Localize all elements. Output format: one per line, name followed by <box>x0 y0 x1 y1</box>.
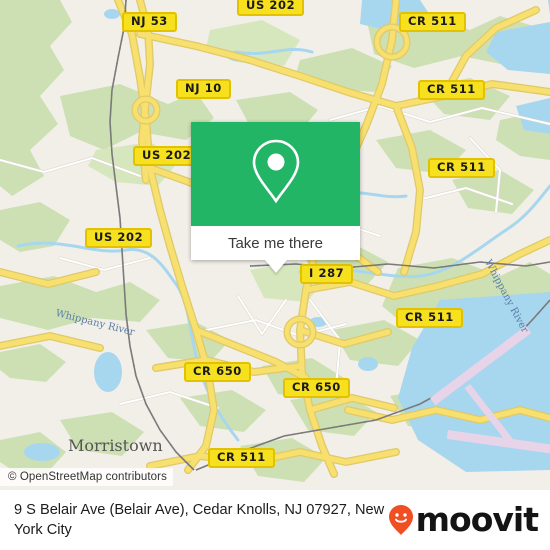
shield-nj-10[interactable]: NJ 10 <box>176 79 231 99</box>
shield-nj-53[interactable]: NJ 53 <box>122 12 177 32</box>
shield-us-202-low[interactable]: US 202 <box>85 228 153 248</box>
map-pin-icon <box>248 137 304 212</box>
moovit-wordmark: moovit <box>415 500 539 539</box>
moovit-logo[interactable]: moovit <box>388 500 539 539</box>
shield-cr-511-low[interactable]: CR 511 <box>396 308 463 328</box>
popup-card-image <box>191 122 360 226</box>
map-attribution[interactable]: © OpenStreetMap contributors <box>0 468 173 486</box>
address-text: 9 S Belair Ave (Belair Ave), Cedar Knoll… <box>14 502 385 538</box>
take-me-there-button[interactable]: Take me there <box>191 226 360 260</box>
map-label-city: Morristown <box>68 436 163 455</box>
location-popup-card[interactable]: Take me there <box>191 122 360 273</box>
footer-bar: 9 S Belair Ave (Belair Ave), Cedar Knoll… <box>0 490 550 550</box>
shield-cr-511-bot[interactable]: CR 511 <box>208 448 275 468</box>
screenshot-root: .g{fill:#cde0b3} .g2{fill:#d7e7bd} .w{fi… <box>0 0 550 550</box>
shield-cr-511-mid[interactable]: CR 511 <box>428 158 495 178</box>
shield-i-287[interactable]: I 287 <box>300 264 354 284</box>
popup-card-pointer <box>264 260 287 273</box>
shield-cr-650-east[interactable]: CR 650 <box>283 378 350 398</box>
shield-us-202-top[interactable]: US 202 <box>237 0 305 16</box>
shield-cr-511-upper[interactable]: CR 511 <box>418 80 485 100</box>
map-canvas[interactable]: .g{fill:#cde0b3} .g2{fill:#d7e7bd} .w{fi… <box>0 0 550 490</box>
take-me-there-label: Take me there <box>227 234 324 252</box>
shield-cr-511-top[interactable]: CR 511 <box>399 12 466 32</box>
moovit-pin-icon <box>388 504 414 536</box>
shield-cr-650-west[interactable]: CR 650 <box>184 362 251 382</box>
